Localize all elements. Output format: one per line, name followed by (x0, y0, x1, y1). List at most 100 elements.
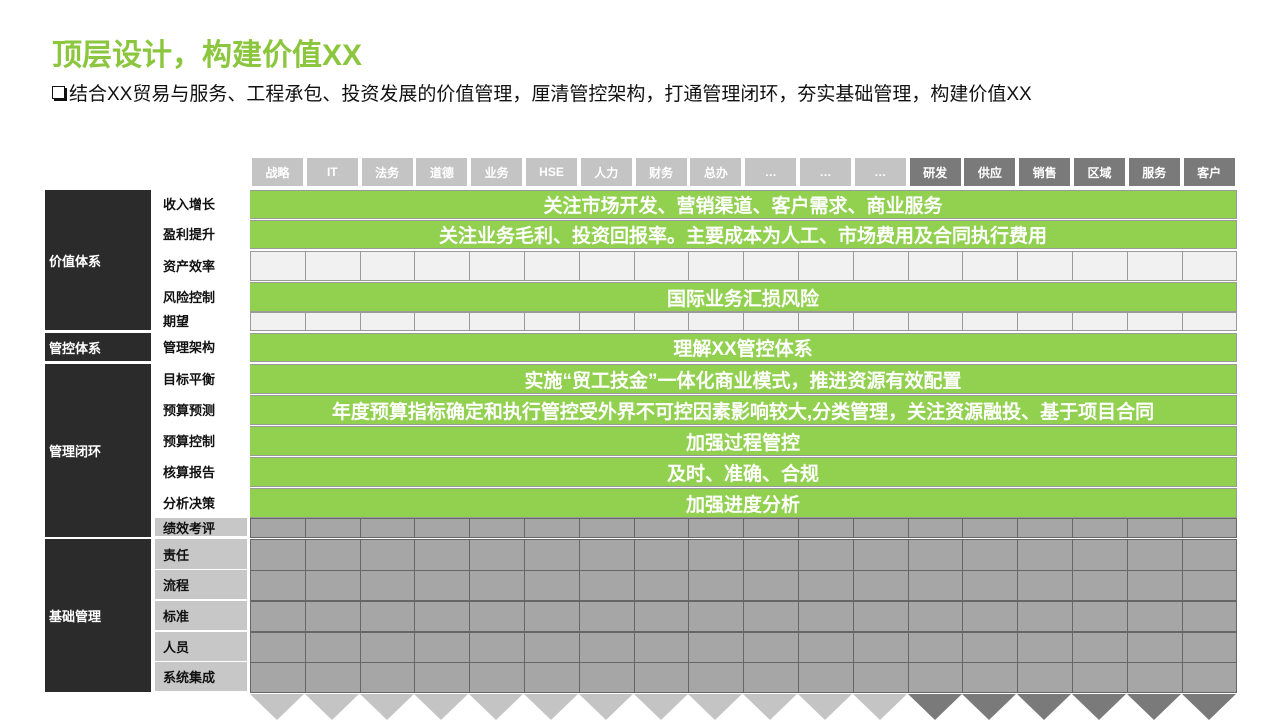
grid-cell (798, 312, 854, 331)
row-label: 责任 (155, 539, 247, 569)
column-chevron-icon (907, 694, 962, 720)
grid-cell (688, 662, 745, 693)
grid-cell (743, 539, 799, 571)
row-label: 预算控制 (155, 426, 247, 454)
row-label: 标准 (155, 601, 247, 630)
row-label: 人员 (155, 632, 247, 661)
grid-cell (1126, 662, 1183, 693)
row-label: 目标平衡 (155, 364, 247, 392)
column-chevron-icon (359, 694, 414, 720)
grid-cell (1181, 312, 1238, 331)
grid-cell (304, 312, 361, 331)
grid-cell (414, 312, 471, 331)
grid-cell (1072, 518, 1128, 538)
grid-cell (743, 312, 799, 331)
grid-cell (359, 632, 416, 663)
column-header: 人力 (580, 158, 632, 186)
grid-cell (250, 312, 306, 331)
column-chevron-icon (414, 694, 469, 720)
grid-cell (688, 632, 745, 663)
grid-cell (304, 251, 361, 281)
grid-cell (414, 539, 471, 571)
grid-cell (1017, 632, 1073, 663)
grid-cell (907, 312, 964, 331)
grid-cell (852, 601, 909, 632)
highlight-bar: 及时、准确、合规 (250, 458, 1236, 486)
grid-cell (414, 601, 471, 632)
grid-cell (1126, 601, 1183, 632)
checkbox-bullet-icon (52, 86, 65, 99)
subtitle: 结合XX贸易与服务、工程承包、投资发展的价值管理，厘清管控架构，打通管理闭环，夯… (52, 79, 1032, 106)
grid-cell (1181, 539, 1238, 571)
row-label: 分析决策 (155, 488, 247, 516)
column-header: 销售 (1019, 158, 1071, 186)
grid-cell (1072, 601, 1128, 632)
grid-cell (688, 539, 745, 571)
grid-cell (469, 601, 525, 632)
grid-cell (907, 251, 964, 281)
grid-cell (1017, 570, 1073, 601)
grid-cell (962, 312, 1019, 331)
column-header: 供应 (964, 158, 1016, 186)
grid-cell (798, 251, 854, 281)
row-label: 风险控制 (155, 282, 247, 310)
grid-cell (1181, 251, 1238, 281)
grid-cell (359, 518, 416, 538)
grid-cell (524, 662, 580, 693)
grid-cell (688, 251, 745, 281)
grid-cell (907, 601, 964, 632)
grid-cell (852, 518, 909, 538)
grid-cell (524, 539, 580, 571)
grid-cell (633, 570, 690, 601)
grid-cell (962, 662, 1019, 693)
row-label: 核算报告 (155, 457, 247, 485)
column-header: 法务 (361, 158, 413, 186)
grid-cell (524, 518, 580, 538)
row-label: 系统集成 (155, 662, 247, 691)
highlight-bar: 关注市场开发、营销渠道、客户需求、商业服务 (250, 191, 1236, 218)
grid-cell (907, 518, 964, 538)
column-header: 区域 (1074, 158, 1125, 186)
column-header: … (800, 158, 851, 186)
highlight-bar: 年度预算指标确定和执行管控受外界不可控因素影响较大,分类管理，关注资源融投、基于… (250, 396, 1236, 424)
grid-cell (578, 539, 635, 571)
grid-cell (524, 570, 580, 601)
grid-cell (688, 518, 745, 538)
grid-cell (414, 632, 471, 663)
grid-cell (688, 601, 745, 632)
group-label: 管理闭环 (45, 364, 151, 537)
grid-cell (469, 662, 525, 693)
grid-cell (743, 570, 799, 601)
grid-cell (798, 601, 854, 632)
grid-cell (578, 632, 635, 663)
column-header: … (854, 158, 906, 186)
column-header: 客户 (1183, 158, 1235, 186)
grid-cell (1126, 539, 1183, 571)
highlight-bar: 加强过程管控 (250, 427, 1236, 455)
grid-cell (578, 518, 635, 538)
page-title: 顶层设计，构建价值XX (52, 39, 363, 72)
grid-cell (633, 312, 690, 331)
grid-cell (1072, 251, 1128, 281)
grid-cell (633, 662, 690, 693)
group-label: 基础管理 (45, 539, 151, 692)
grid-cell (962, 632, 1019, 663)
grid-cell (1072, 662, 1128, 693)
grid-cell (688, 312, 745, 331)
grid-cell (524, 601, 580, 632)
grid-cell (743, 251, 799, 281)
grid-cell (304, 518, 361, 538)
grid-cell (798, 518, 854, 538)
grid-cell (1181, 632, 1238, 663)
column-chevron-icon (1126, 694, 1181, 720)
grid-cell (743, 601, 799, 632)
grid-cell (907, 632, 964, 663)
grid-cell (633, 632, 690, 663)
column-header: 研发 (909, 158, 961, 186)
grid-cell (469, 518, 525, 538)
grid-cell (1072, 312, 1128, 331)
grid-cell (1181, 570, 1238, 601)
grid-cell (1181, 662, 1238, 693)
highlight-bar: 实施“贸工技金”一体化商业模式，推进资源有效配置 (250, 365, 1236, 393)
grid-cell (414, 518, 471, 538)
